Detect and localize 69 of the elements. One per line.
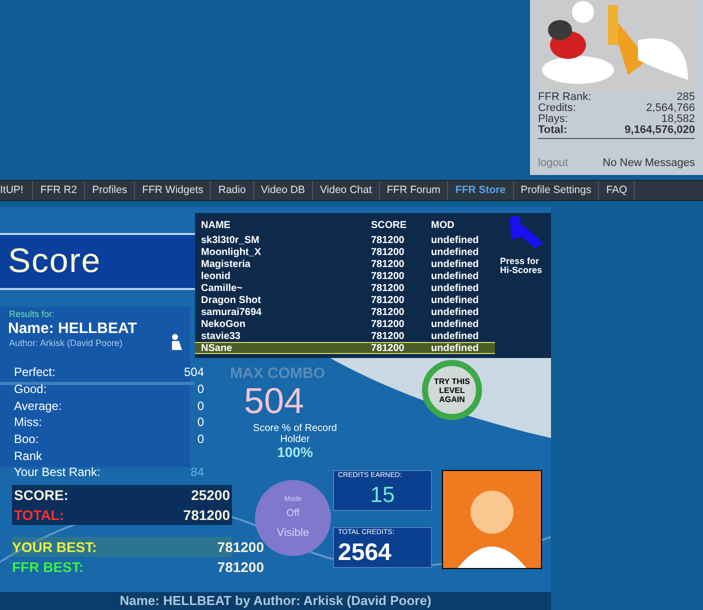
nav-tab[interactable]: Video DB: [254, 181, 313, 200]
hi-scores-hint[interactable]: Press for Hi-Scores: [500, 257, 550, 275]
judgement-value: 504: [184, 364, 204, 382]
judgement-value: 0: [197, 414, 204, 432]
column-header: NAME: [201, 218, 232, 232]
nav-tab[interactable]: Video Chat: [312, 181, 380, 200]
record-label: Score % of Record Holder: [252, 423, 338, 445]
total-label: SCORE:: [14, 486, 68, 504]
column-header: MOD: [431, 218, 454, 232]
leaderboard-row[interactable]: Camille~ 781200 undefined: [195, 282, 495, 294]
stat-label: Total:: [538, 125, 568, 136]
judgement-label: Rank: [14, 448, 42, 465]
total-value: 781200: [183, 506, 230, 524]
leaderboard-row[interactable]: sk3l3t0r_SM 781200 undefined: [195, 234, 495, 246]
total-value: 25200: [191, 486, 230, 504]
judgement-value: 0: [197, 381, 204, 398]
total-value: 781200: [217, 538, 264, 556]
stat-label: Plays:: [538, 114, 568, 125]
total-value: 781200: [217, 558, 264, 576]
leaderboard-row[interactable]: NSane 781200 undefined: [195, 342, 495, 354]
avatar-icon: [442, 470, 542, 569]
leaderboard-row[interactable]: NekoGon 781200 undefined: [195, 318, 495, 330]
nav-tab[interactable]: FFR Widgets: [135, 181, 212, 200]
leaderboard-row[interactable]: Magisteria 781200 undefined: [195, 258, 495, 270]
nav-tab[interactable]: Radio: [211, 181, 254, 200]
judgement-label: Good:: [14, 381, 47, 398]
song-name: Name: HELLBEAT: [8, 319, 137, 339]
leaderboard-row[interactable]: Moonlight_X 781200 undefined: [195, 246, 495, 258]
results-label: Results for:: [9, 308, 55, 321]
credits-earned-value: 15: [369, 482, 396, 508]
nav-tab[interactable]: FFR Forum: [380, 181, 448, 200]
stat-value: 2,564,766: [646, 103, 695, 114]
max-combo-label: MAX COMBO: [230, 364, 325, 384]
leaderboard-row[interactable]: leonid 781200 undefined: [195, 270, 495, 282]
footer-text: Name: HELLBEAT by Author: Arkisk (David Poore): [120, 592, 432, 610]
stat-value: 285: [676, 92, 695, 103]
stat-label: Credits:: [538, 103, 576, 114]
total-credits-value: 2564: [338, 538, 392, 566]
total-label: TOTAL:: [14, 506, 64, 524]
stat-value: 18,582: [661, 114, 695, 125]
mode-visibility: Visible: [276, 526, 310, 540]
leaderboard-row[interactable]: samurai7694 781200 undefined: [195, 306, 495, 318]
nav-tab[interactable]: FFR R2: [33, 181, 86, 200]
judgement-label: Perfect:: [14, 364, 56, 382]
record-percent: 100%: [276, 443, 314, 462]
judgement-value: 0: [197, 431, 204, 448]
max-combo-value: 504: [244, 383, 304, 419]
title: Score: [8, 241, 102, 282]
total-label: YOUR BEST:: [12, 538, 97, 556]
judgement-label: Average:: [14, 398, 62, 415]
leaderboard-row[interactable]: stavie33 781200 undefined: [195, 330, 495, 342]
total-label: FFR BEST:: [12, 558, 84, 576]
stat-label: FFR Rank:: [538, 92, 592, 103]
judgement-label: Your Best Rank:: [14, 464, 100, 482]
leaderboard-row[interactable]: Dragon Shot 781200 undefined: [195, 294, 495, 306]
judgement-label: Miss:: [14, 414, 42, 432]
column-header: SCORE: [371, 218, 408, 232]
judgement-value: 0: [197, 398, 204, 415]
messages-status: No New Messages: [602, 156, 695, 170]
nav-tab[interactable]: Profile Settings: [514, 181, 600, 200]
nav-tab[interactable]: Profiles: [85, 181, 136, 200]
nav-tab[interactable]: FFR Store: [448, 181, 514, 200]
stat-value: 9,164,576,020: [624, 125, 695, 136]
nav-tab[interactable]: FAQ: [599, 181, 636, 200]
nav-tab[interactable]: ItUP!: [0, 181, 34, 200]
judgement-label: Boo:: [14, 431, 39, 448]
judgement-value: 84: [190, 464, 204, 482]
author-text: Author: Arkisk (David Poore): [9, 337, 123, 350]
mode-state: Off: [286, 506, 300, 520]
